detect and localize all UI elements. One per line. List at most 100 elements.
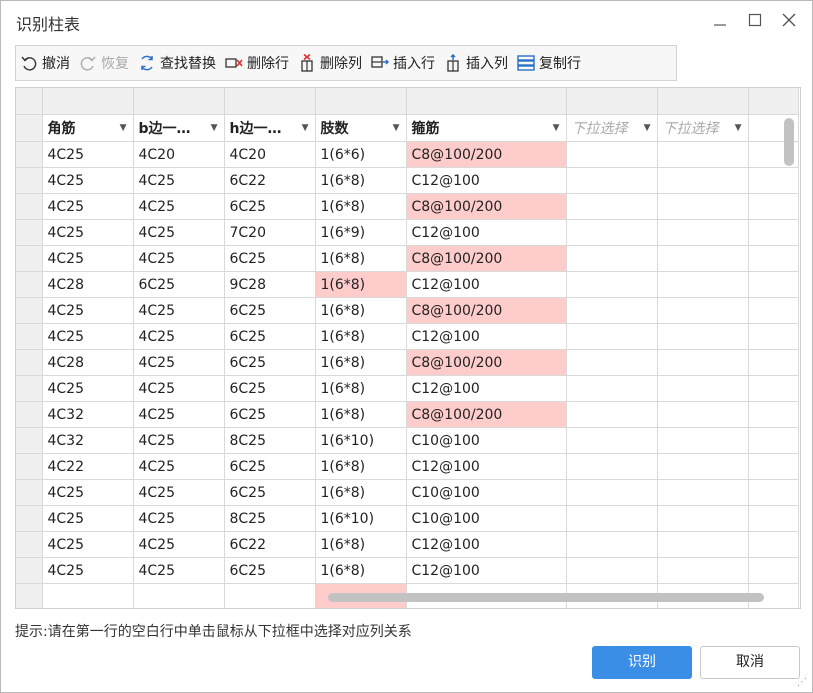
table-cell[interactable]: 1(6*8) (315, 349, 407, 376)
table-cell[interactable]: 4C25 (42, 531, 134, 558)
table-cell[interactable]: 7C20 (224, 219, 316, 246)
table-cell[interactable] (657, 557, 749, 584)
table-cell[interactable]: 9C28 (224, 271, 316, 298)
table-cell[interactable] (657, 271, 749, 298)
table-cell[interactable] (566, 271, 658, 298)
dropdown-arrow-icon[interactable]: ▼ (120, 115, 127, 141)
column-header[interactable]: b边一… ▼ (133, 114, 225, 142)
table-cell[interactable]: 4C25 (42, 297, 134, 324)
mapping-cell[interactable] (748, 88, 799, 115)
vertical-scrollbar[interactable] (784, 118, 794, 166)
table-cell[interactable] (748, 219, 799, 246)
row-header[interactable] (16, 583, 43, 608)
table-cell[interactable]: C12@100 (406, 167, 567, 194)
table-cell[interactable]: 4C25 (42, 375, 134, 402)
row-header[interactable] (16, 453, 43, 480)
row-header[interactable] (16, 427, 43, 454)
table-cell[interactable] (748, 505, 799, 532)
table-row[interactable]: 4C25 4C20 4C20 1(6*6) C8@100/200 (16, 141, 799, 168)
dropdown-arrow-icon[interactable]: ▼ (644, 115, 651, 141)
table-cell[interactable]: C8@100/200 (406, 141, 567, 168)
row-header[interactable] (16, 401, 43, 428)
table-cell[interactable]: 1(6*10) (315, 427, 407, 454)
table-cell[interactable]: C12@100 (406, 531, 567, 558)
table-cell[interactable]: 6C22 (224, 167, 316, 194)
table-cell[interactable]: 4C25 (42, 219, 134, 246)
table-cell[interactable]: 1(6*8) (315, 401, 407, 428)
table-cell[interactable]: 6C25 (224, 479, 316, 506)
table-cell[interactable] (748, 453, 799, 480)
table-cell[interactable] (657, 349, 749, 376)
table-row[interactable]: 4C22 4C25 6C25 1(6*8) C12@100 (16, 453, 799, 480)
table-cell[interactable]: 4C25 (133, 453, 225, 480)
mapping-cell[interactable] (657, 88, 749, 115)
table-cell[interactable]: 4C25 (133, 505, 225, 532)
table-cell[interactable]: 4C25 (42, 323, 134, 350)
table-cell[interactable]: 1(6*8) (315, 323, 407, 350)
table-row[interactable]: 4C25 4C25 6C25 1(6*8) C8@100/200 (16, 193, 799, 220)
table-row[interactable]: 4C25 4C25 6C25 1(6*8) C8@100/200 (16, 297, 799, 324)
table-cell[interactable] (566, 531, 658, 558)
redo-button[interactable]: 恢复 (75, 48, 133, 78)
column-header[interactable]: 下拉选择 ▼ (566, 114, 658, 142)
table-cell[interactable]: 4C32 (42, 427, 134, 454)
column-table-grid[interactable]: 角筋 ▼ b边一… ▼ h边一… ▼ 肢数 ▼ 箍筋 ▼ 下拉选择 ▼ 下拉选择 ▼ 4C25 4C20 4C2… (15, 87, 801, 609)
dropdown-arrow-icon[interactable]: ▼ (211, 115, 218, 141)
table-row[interactable]: 4C25 4C25 6C22 1(6*8) C12@100 (16, 531, 799, 558)
table-cell[interactable]: 4C25 (42, 479, 134, 506)
table-cell[interactable]: C8@100/200 (406, 401, 567, 428)
table-row[interactable]: 4C25 4C25 8C25 1(6*10) C10@100 (16, 505, 799, 532)
mapping-cell[interactable] (133, 88, 225, 115)
table-cell[interactable] (566, 505, 658, 532)
table-cell[interactable]: 4C25 (133, 245, 225, 272)
mapping-cell[interactable] (315, 88, 407, 115)
table-cell[interactable]: 6C25 (224, 375, 316, 402)
table-cell[interactable]: 1(6*8) (315, 531, 407, 558)
table-cell[interactable]: C10@100 (406, 427, 567, 454)
row-header[interactable] (16, 219, 43, 246)
table-cell[interactable]: C8@100/200 (406, 349, 567, 376)
table-cell[interactable]: 6C25 (224, 245, 316, 272)
table-cell[interactable]: 1(6*8) (315, 557, 407, 584)
row-header[interactable] (16, 193, 43, 220)
table-cell[interactable]: 4C25 (133, 479, 225, 506)
table-cell[interactable] (566, 479, 658, 506)
table-cell[interactable] (748, 297, 799, 324)
row-header[interactable] (16, 245, 43, 272)
row-header[interactable] (16, 167, 43, 194)
table-row[interactable]: 4C28 4C25 6C25 1(6*8) C8@100/200 (16, 349, 799, 376)
dropdown-arrow-icon[interactable]: ▼ (302, 115, 309, 141)
table-cell[interactable] (566, 323, 658, 350)
table-cell[interactable]: 1(6*9) (315, 219, 407, 246)
table-cell[interactable]: 6C25 (224, 557, 316, 584)
table-cell[interactable] (748, 557, 799, 584)
table-cell[interactable]: 4C25 (133, 349, 225, 376)
table-cell[interactable] (748, 375, 799, 402)
table-cell[interactable] (566, 245, 658, 272)
table-cell[interactable]: 1(6*8) (315, 167, 407, 194)
row-header[interactable] (16, 88, 43, 115)
row-header[interactable] (16, 297, 43, 324)
table-cell[interactable] (657, 401, 749, 428)
table-cell[interactable] (657, 375, 749, 402)
table-row[interactable]: 4C25 4C25 6C25 1(6*8) C8@100/200 (16, 245, 799, 272)
mapping-cell[interactable] (42, 88, 134, 115)
table-cell[interactable]: 1(6*8) (315, 297, 407, 324)
undo-button[interactable]: 撤消 (16, 48, 74, 78)
table-cell[interactable]: C8@100/200 (406, 297, 567, 324)
table-cell[interactable]: 6C25 (133, 271, 225, 298)
mapping-cell[interactable] (406, 88, 567, 115)
table-cell[interactable]: C8@100/200 (406, 193, 567, 220)
table-cell[interactable]: 1(6*10) (315, 505, 407, 532)
mapping-cell[interactable] (224, 88, 316, 115)
table-row[interactable]: 4C25 4C25 6C25 1(6*8) C12@100 (16, 323, 799, 350)
table-cell[interactable]: 6C25 (224, 193, 316, 220)
copy-row-button[interactable]: 复制行 (513, 48, 585, 78)
table-cell[interactable] (748, 349, 799, 376)
table-cell[interactable] (566, 427, 658, 454)
table-cell[interactable] (657, 453, 749, 480)
table-cell[interactable] (566, 453, 658, 480)
table-cell[interactable] (566, 167, 658, 194)
table-cell[interactable] (566, 557, 658, 584)
row-header[interactable] (16, 349, 43, 376)
